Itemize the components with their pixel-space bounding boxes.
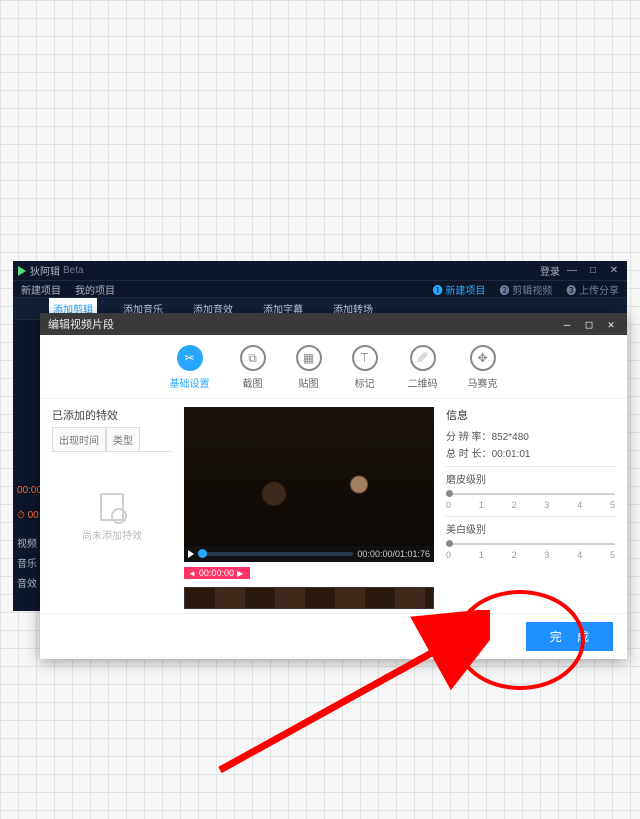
pin-icon: ⟙ (352, 345, 378, 371)
step-1: ❶ 新建项目 (433, 282, 486, 297)
login-link[interactable]: 登录 (540, 263, 560, 278)
qrcode-icon: ␥ (410, 345, 436, 371)
crop-icon: ⧉ (240, 345, 266, 371)
info-heading: 信息 (446, 407, 615, 423)
mosaic-icon: ✥ (470, 345, 496, 371)
player-time: 00:00:00/01:01:76 (357, 549, 430, 559)
scissors-icon: ✂ (177, 345, 203, 371)
effects-empty-text: 尚未添加特效 (82, 527, 142, 542)
tool-mosaic[interactable]: ✥ 马赛克 (468, 345, 498, 390)
modal-maximize-icon[interactable]: □ (581, 318, 597, 331)
timeline-track-music: 音乐 (17, 555, 37, 570)
white-level-slider[interactable] (446, 540, 615, 548)
my-project-button[interactable]: 我的项目 (75, 282, 115, 297)
white-level-label: 美白级别 (446, 521, 615, 536)
timeline-track-video: 视频 (17, 535, 37, 550)
effects-title: 已添加的特效 (52, 407, 172, 423)
menu-row: 新建项目 我的项目 ❶ 新建项目 ❷ 剪辑视频 ❸ 上传分享 (13, 280, 627, 298)
minimize-icon[interactable]: — (563, 265, 581, 276)
maximize-icon[interactable]: □ (584, 265, 602, 276)
step-2: ❷ 剪辑视频 (499, 282, 552, 297)
modal-header: 编辑视频片段 — □ ✕ (40, 313, 627, 335)
edit-clip-modal: 编辑视频片段 — □ ✕ ✂ 基础设置 ⧉ 截图 ▦ 贴图 ⟙ 标记 ␥ 二维码… (40, 313, 627, 659)
app-logo-icon (18, 266, 26, 276)
title-bar: 狄阿辑 Beta 登录 — □ ✕ (13, 261, 627, 280)
timeline-start: 00:00 (17, 485, 42, 496)
tool-sticker[interactable]: ▦ 贴图 (296, 345, 322, 390)
clip-start-marker[interactable]: 00:00:00 (184, 567, 250, 579)
play-icon[interactable] (188, 550, 194, 558)
thumbnail-strip[interactable] (184, 587, 434, 609)
new-project-button[interactable]: 新建项目 (21, 282, 61, 297)
tool-qrcode[interactable]: ␥ 二维码 (408, 345, 438, 390)
video-frame[interactable]: 00:00:00/01:01:76 (184, 407, 434, 562)
skin-level-label: 磨皮级别 (446, 471, 615, 486)
done-button[interactable]: 完 成 (526, 622, 613, 651)
modal-footer: 完 成 (40, 613, 627, 659)
info-duration: 00:01:01 (492, 449, 531, 460)
timeline-track-sfx: 音效 (17, 575, 37, 590)
tool-marker[interactable]: ⟙ 标记 (352, 345, 378, 390)
effects-panel: 已添加的特效 出现时间 类型 尚未添加特效 (52, 407, 172, 613)
image-icon: ▦ (296, 345, 322, 371)
modal-tool-row: ✂ 基础设置 ⧉ 截图 ▦ 贴图 ⟙ 标记 ␥ 二维码 ✥ 马赛克 (40, 335, 627, 399)
seek-bar[interactable] (198, 552, 353, 556)
info-panel: 信息 分 辨 率：852*480 总 时 长：00:01:01 磨皮级别 0 1… (446, 407, 615, 613)
step-3: ❸ 上传分享 (566, 282, 619, 297)
tool-screenshot[interactable]: ⧉ 截图 (240, 345, 266, 390)
effects-tab-type[interactable]: 类型 (106, 427, 140, 451)
modal-title: 编辑视频片段 (48, 316, 114, 332)
player-controls: 00:00:00/01:01:76 (184, 546, 434, 562)
close-icon[interactable]: ✕ (605, 265, 623, 276)
beta-badge: Beta (63, 265, 84, 276)
info-resolution: 852*480 (492, 432, 529, 443)
empty-doc-icon (100, 493, 124, 521)
skin-level-slider[interactable] (446, 490, 615, 498)
effects-tab-time[interactable]: 出现时间 (52, 427, 106, 451)
video-preview: 00:00:00/01:01:76 00:00:00 (184, 407, 434, 613)
tool-basic-settings[interactable]: ✂ 基础设置 (170, 345, 210, 390)
app-title: 狄阿辑 (30, 263, 60, 278)
modal-close-icon[interactable]: ✕ (603, 318, 619, 331)
modal-minimize-icon[interactable]: — (559, 318, 575, 331)
